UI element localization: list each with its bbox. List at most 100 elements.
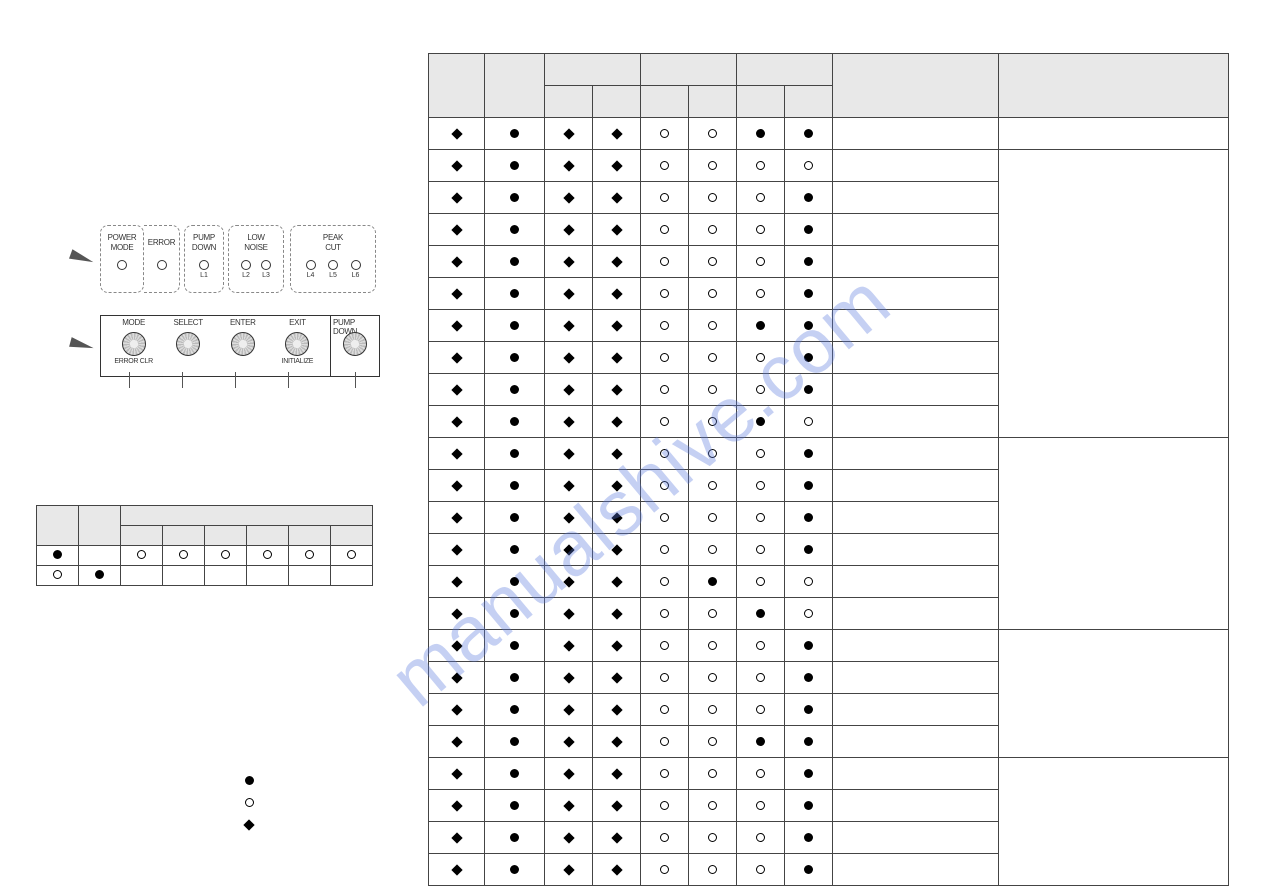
- table-cell: [545, 278, 593, 310]
- table-cell-desc: [999, 630, 1229, 758]
- open-circle-icon: [660, 353, 669, 362]
- table-cell: [79, 546, 121, 566]
- table-cell-desc: [999, 438, 1229, 630]
- open-circle-icon: [660, 673, 669, 682]
- diamond-icon: [611, 608, 622, 619]
- switch-select: SELECT: [166, 316, 210, 368]
- diamond-icon: [451, 416, 462, 427]
- table-cell: [37, 546, 79, 566]
- open-circle-icon: [708, 801, 717, 810]
- table-cell-desc: [833, 374, 999, 406]
- diamond-icon: [611, 672, 622, 683]
- table-cell: [545, 470, 593, 502]
- table-cell-desc: [999, 758, 1229, 886]
- table-row: [37, 566, 373, 586]
- table-cell: [545, 310, 593, 342]
- diamond-icon: [563, 288, 574, 299]
- table-cell: [485, 630, 545, 662]
- table-cell: [737, 150, 785, 182]
- table-cell: [785, 566, 833, 598]
- table-cell-desc: [833, 502, 999, 534]
- diamond-icon: [611, 768, 622, 779]
- table-cell: [737, 630, 785, 662]
- table-cell: [641, 438, 689, 470]
- table-cell: [785, 726, 833, 758]
- diamond-icon: [611, 288, 622, 299]
- diamond-icon: [451, 320, 462, 331]
- open-circle-icon: [708, 609, 717, 618]
- table-cell: [593, 790, 641, 822]
- open-circle-icon: [708, 257, 717, 266]
- table-header: [37, 506, 79, 546]
- table-cell-desc: [999, 150, 1229, 438]
- open-circle-icon: [804, 577, 813, 586]
- led-icon: [117, 260, 127, 270]
- table-row: [429, 758, 1229, 790]
- diamond-icon: [611, 640, 622, 651]
- table-cell: [689, 790, 737, 822]
- filled-circle-icon: [804, 449, 813, 458]
- diamond-icon: [451, 448, 462, 459]
- filled-circle-icon: [510, 353, 519, 362]
- diamond-icon: [563, 480, 574, 491]
- table-cell: [485, 854, 545, 886]
- diamond-icon: [563, 608, 574, 619]
- filled-circle-icon: [53, 550, 62, 559]
- led-label: LOW NOISE: [231, 228, 281, 258]
- diamond-icon: [451, 384, 462, 395]
- open-circle-icon: [708, 353, 717, 362]
- table-cell: [689, 150, 737, 182]
- table-header: [999, 54, 1229, 118]
- open-circle-icon: [708, 161, 717, 170]
- filled-circle-icon: [804, 641, 813, 650]
- led-icon: [241, 260, 251, 270]
- table-header: [545, 86, 593, 118]
- table-cell: [689, 342, 737, 374]
- diamond-icon: [563, 800, 574, 811]
- table-row: [429, 630, 1229, 662]
- table-cell: [121, 546, 163, 566]
- table-cell-desc: [833, 598, 999, 630]
- diamond-icon: [451, 352, 462, 363]
- table-cell: [593, 566, 641, 598]
- filled-circle-icon: [510, 225, 519, 234]
- table-cell: [785, 790, 833, 822]
- table-header: [689, 86, 737, 118]
- table-cell: [689, 694, 737, 726]
- open-circle-icon: [756, 161, 765, 170]
- switch-label: ERROR CLR: [114, 358, 153, 368]
- open-circle-icon: [756, 225, 765, 234]
- filled-circle-icon: [510, 833, 519, 842]
- table-cell: [485, 662, 545, 694]
- open-circle-icon: [756, 481, 765, 490]
- table-cell: [593, 630, 641, 662]
- table-header: [121, 506, 373, 526]
- open-circle-icon: [804, 417, 813, 426]
- table-cell: [545, 694, 593, 726]
- table-cell: [593, 278, 641, 310]
- led-label: ERROR: [146, 228, 177, 258]
- filled-circle-icon: [510, 641, 519, 650]
- diamond-icon: [451, 768, 462, 779]
- led-sub: L3: [262, 272, 270, 279]
- diamond-icon: [451, 160, 462, 171]
- table-cell: [737, 118, 785, 150]
- filled-circle-icon: [95, 570, 104, 579]
- table-cell: [593, 214, 641, 246]
- filled-circle-icon: [804, 545, 813, 554]
- filled-circle-icon: [510, 769, 519, 778]
- diamond-icon: [563, 352, 574, 363]
- open-circle-icon: [660, 513, 669, 522]
- table-cell: [641, 470, 689, 502]
- table-cell: [593, 342, 641, 374]
- led-icon: [306, 260, 316, 270]
- filled-circle-icon: [510, 289, 519, 298]
- table-cell: [641, 310, 689, 342]
- led-sub: L1: [200, 272, 208, 279]
- open-circle-icon: [137, 550, 146, 559]
- table-cell: [641, 854, 689, 886]
- table-header: [785, 86, 833, 118]
- diamond-icon: [451, 576, 462, 587]
- table-cell: [785, 854, 833, 886]
- table-header: [289, 526, 331, 546]
